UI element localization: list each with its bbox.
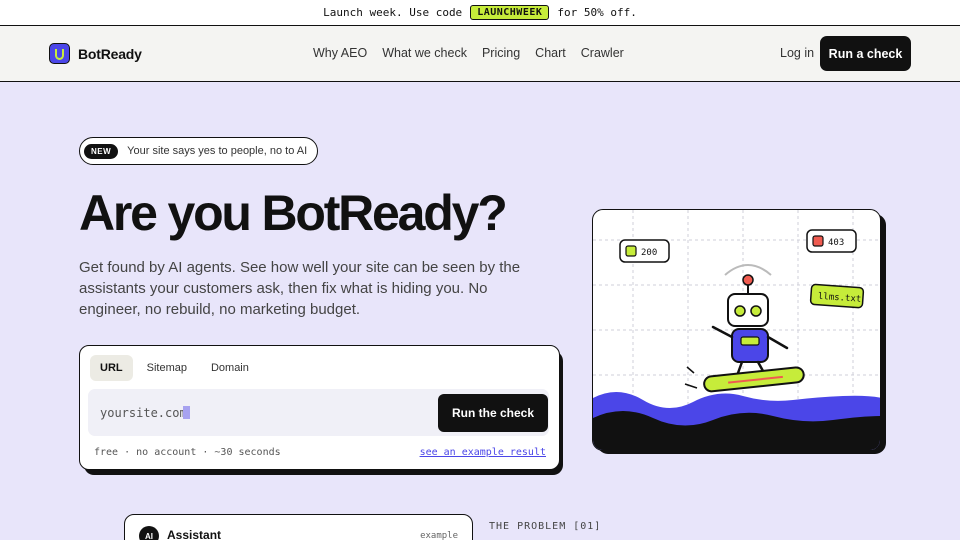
- promo-code[interactable]: LAUNCHWEEK: [470, 5, 550, 20]
- status-200-badge: 200: [619, 239, 670, 263]
- nav-link-what-we-check[interactable]: What we check: [382, 46, 467, 60]
- nav-link-pricing[interactable]: Pricing: [482, 46, 520, 60]
- check-tabs: URL Sitemap Domain: [90, 355, 259, 381]
- new-badge: NEW: [84, 143, 119, 159]
- problem-section-label: THE PROBLEM [01]: [489, 521, 602, 532]
- top-nav: BotReady Why AEO What we check Pricing C…: [0, 26, 960, 82]
- tab-domain[interactable]: Domain: [201, 355, 259, 381]
- promo-text-end: for 50% off.: [557, 6, 637, 19]
- robot-icon: [711, 293, 789, 375]
- assistant-example-tag: example: [420, 531, 458, 540]
- promo-banner: Launch week. Use code LAUNCHWEEK for 50%…: [0, 0, 960, 26]
- svg-text:403: 403: [828, 238, 844, 248]
- text-caret: [183, 406, 190, 419]
- hero-headline: Are you BotReady?: [79, 185, 508, 241]
- check-card: URL Sitemap Domain Run the check free · …: [79, 345, 560, 470]
- nav-link-chart[interactable]: Chart: [535, 46, 566, 60]
- nav-links: Why AEO What we check Pricing Chart Craw…: [313, 46, 624, 60]
- botready-logo-icon: [49, 43, 70, 64]
- brand-link[interactable]: BotReady: [49, 43, 142, 64]
- brand-name: BotReady: [78, 45, 142, 62]
- hero-subheadline: Get found by AI agents. See how well you…: [79, 259, 521, 318]
- announcement-pill[interactable]: NEW Your site says yes to people, no to …: [79, 137, 319, 165]
- surfboard-icon: [703, 366, 805, 393]
- nav-link-why-aeo[interactable]: Why AEO: [313, 46, 367, 60]
- login-link[interactable]: Log in: [780, 46, 814, 60]
- llms-file-tag: llms.txt: [809, 283, 865, 309]
- tab-sitemap[interactable]: Sitemap: [137, 355, 197, 381]
- assistant-example-card: AI Assistant example: [124, 514, 473, 540]
- url-input[interactable]: [88, 389, 428, 436]
- svg-text:200: 200: [641, 248, 657, 258]
- robot-surfing-illustration: 200 403 llms.txt: [592, 209, 881, 451]
- assistant-title: Assistant: [167, 528, 222, 540]
- tab-url[interactable]: URL: [90, 355, 133, 381]
- run-check-nav-button[interactable]: Run a check: [820, 36, 911, 71]
- run-check-button[interactable]: Run the check: [438, 394, 548, 432]
- url-input-wrapper: Run the check: [88, 389, 549, 436]
- promo-text: Launch week. Use code: [323, 6, 463, 19]
- signal-arc-icon: [724, 264, 772, 276]
- check-meta: free · no account · ~30 seconds: [94, 447, 281, 458]
- illustration-svg: 200 403 llms.txt: [593, 210, 880, 450]
- example-result-link[interactable]: see an example result: [420, 447, 546, 458]
- nav-link-crawler[interactable]: Crawler: [581, 46, 624, 60]
- status-403-badge: 403: [806, 229, 857, 253]
- assistant-avatar: AI: [139, 526, 159, 540]
- announcement-text: Your site says yes to people, no to AI: [127, 145, 308, 157]
